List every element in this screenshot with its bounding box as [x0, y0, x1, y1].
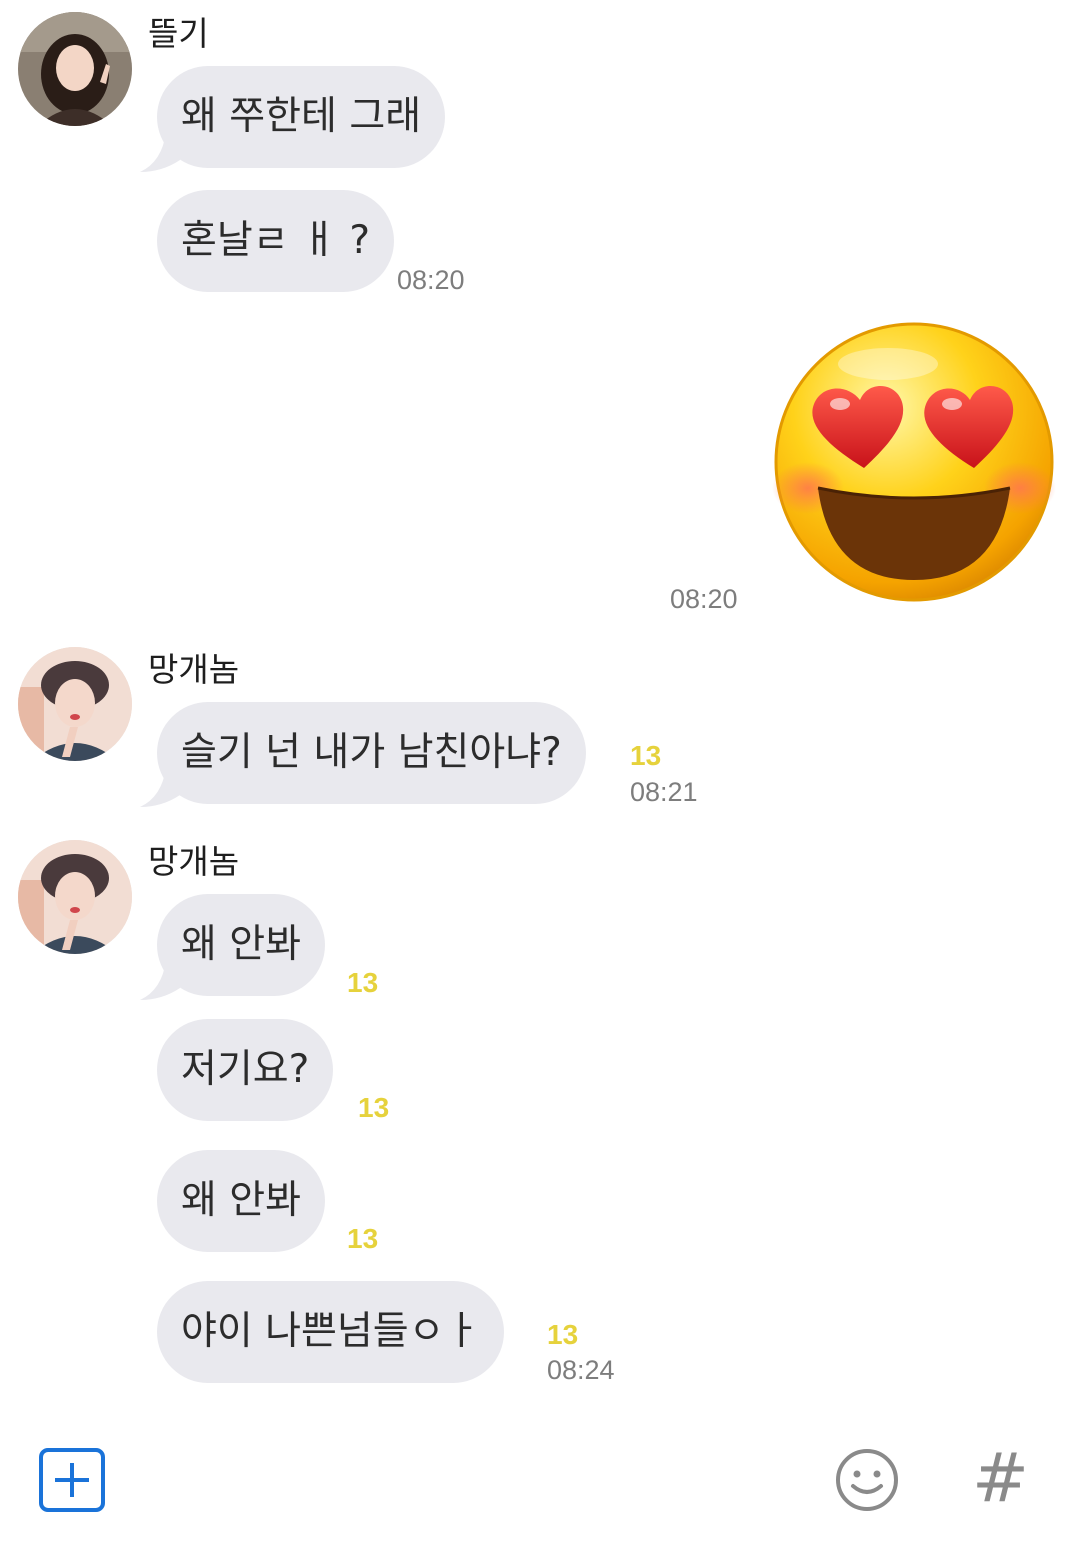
message-text: 왜 쭈한테 그래 [181, 94, 422, 139]
message-bubble[interactable]: 왜 쭈한테 그래 [157, 66, 446, 168]
avatar-manggaenom[interactable] [18, 647, 132, 761]
message-text: 왜 안봐 [181, 1178, 302, 1223]
message-text: 저기요? [181, 1047, 310, 1092]
message-timestamp: 08:24 [547, 1355, 615, 1385]
message-timestamp: 08:20 [670, 584, 738, 614]
unread-count: 13 [358, 1092, 390, 1123]
sender-name: 망개놈 [148, 842, 240, 881]
message-text: 슬기 넌 내가 남친아냐? [181, 730, 562, 775]
message-bubble[interactable]: 야이 나쁜넘들ㅇㅏ [157, 1281, 505, 1383]
avatar-manggaenom[interactable] [18, 840, 132, 954]
message-timestamp: 08:21 [630, 777, 698, 807]
sender-name: 뜰기 [148, 14, 209, 53]
add-button[interactable] [38, 1447, 106, 1513]
message-text: 야이 나쁜넘들ㅇㅏ [181, 1309, 481, 1354]
message-text: 혼날ㄹ ㅐ ? [181, 218, 371, 263]
message-bubble[interactable]: 혼날ㄹ ㅐ ? [157, 190, 395, 292]
smiley-icon [836, 1449, 898, 1511]
message-bubble[interactable]: 왜 안봐 [157, 1150, 326, 1252]
message-bubble[interactable]: 왜 안봐 [157, 894, 326, 996]
plus-square-icon [39, 1448, 105, 1512]
heart-eyes-emoji-icon[interactable] [768, 318, 1060, 610]
profile-photo-icon [18, 12, 132, 126]
profile-photo-icon [18, 840, 132, 954]
hashtag-button[interactable]: # [972, 1444, 1032, 1514]
hashtag-icon: # [972, 1439, 1029, 1518]
unread-count: 13 [630, 740, 662, 771]
message-text: 왜 안봐 [181, 922, 302, 967]
avatar-ddeulgi[interactable] [18, 12, 132, 126]
profile-photo-icon [18, 647, 132, 761]
unread-count: 13 [347, 1223, 379, 1254]
message-timestamp: 08:20 [397, 265, 465, 295]
message-bubble[interactable]: 슬기 넌 내가 남친아냐? [157, 702, 586, 804]
emoji-button[interactable] [833, 1447, 901, 1513]
unread-count: 13 [347, 967, 379, 998]
sender-name: 망개놈 [148, 650, 240, 689]
unread-count: 13 [547, 1319, 579, 1350]
message-bubble[interactable]: 저기요? [157, 1019, 334, 1121]
